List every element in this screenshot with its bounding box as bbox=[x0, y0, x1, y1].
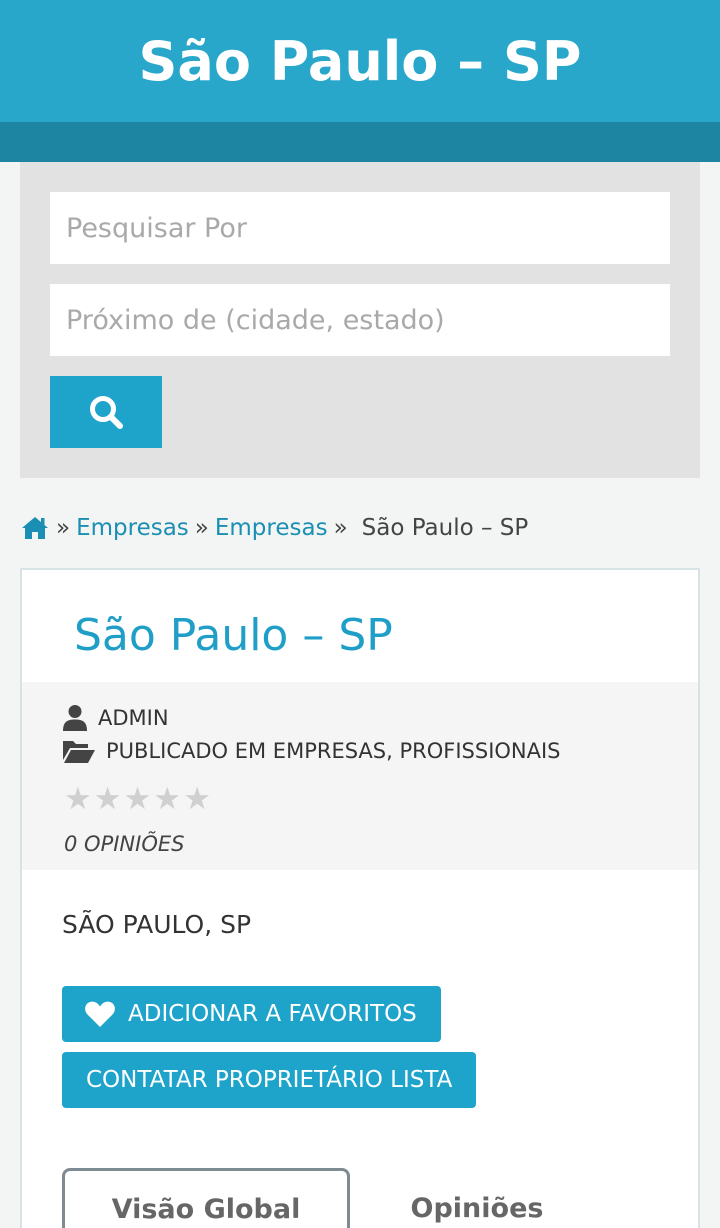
search-icon bbox=[90, 396, 123, 429]
reviews-count[interactable]: 0 OPINIÕES bbox=[64, 832, 184, 856]
listing-title: São Paulo – SP bbox=[74, 610, 393, 661]
listing-location: SÃO PAULO, SP bbox=[62, 910, 252, 939]
listing-card: São Paulo – SP ADMIN PUBLICADO EM EMPRES… bbox=[20, 568, 700, 1228]
star-icon: ★ bbox=[93, 781, 122, 817]
author-row: ADMIN bbox=[62, 704, 169, 732]
author-name[interactable]: ADMIN bbox=[98, 706, 169, 730]
add-favorite-label: ADICIONAR A FAVORITOS bbox=[128, 1001, 417, 1027]
breadcrumb: » Empresas » Empresas » São Paulo – SP bbox=[20, 508, 528, 548]
search-panel bbox=[20, 162, 700, 478]
site-title: São Paulo – SP bbox=[138, 29, 582, 93]
breadcrumb-link-empresas[interactable]: Empresas bbox=[76, 515, 189, 541]
breadcrumb-separator: » bbox=[56, 515, 71, 541]
heart-icon bbox=[85, 1001, 115, 1027]
star-icon: ★ bbox=[153, 781, 182, 817]
rating-stars[interactable]: ★ ★ ★ ★ ★ bbox=[64, 784, 213, 815]
star-icon: ★ bbox=[64, 781, 92, 817]
contact-owner-label: CONTATAR PROPRIETÁRIO LISTA bbox=[86, 1067, 453, 1093]
breadcrumb-link-empresas-2[interactable]: Empresas bbox=[215, 515, 328, 541]
contact-owner-button[interactable]: CONTATAR PROPRIETÁRIO LISTA bbox=[62, 1052, 477, 1108]
add-favorite-button[interactable]: ADICIONAR A FAVORITOS bbox=[62, 986, 441, 1042]
breadcrumb-separator: » bbox=[333, 515, 348, 541]
breadcrumb-separator: » bbox=[194, 515, 209, 541]
location-input[interactable] bbox=[50, 284, 670, 356]
categories-text: PUBLICADO EM EMPRESAS, PROFISSIONAIS bbox=[106, 739, 561, 763]
site-header: São Paulo – SP bbox=[0, 0, 720, 122]
star-icon: ★ bbox=[183, 781, 211, 817]
nav-bar bbox=[0, 122, 720, 162]
tab-reviews[interactable]: Opiniões bbox=[362, 1168, 592, 1228]
search-input[interactable] bbox=[50, 192, 670, 264]
listing-meta: ADMIN PUBLICADO EM EMPRESAS, PROFISSIONA… bbox=[22, 682, 698, 870]
star-icon: ★ bbox=[123, 781, 152, 817]
breadcrumb-current: São Paulo – SP bbox=[361, 515, 529, 541]
user-icon bbox=[63, 705, 87, 731]
categories-row: PUBLICADO EM EMPRESAS, PROFISSIONAIS bbox=[62, 738, 561, 764]
search-button[interactable] bbox=[50, 376, 162, 448]
tab-overview[interactable]: Visão Global bbox=[62, 1168, 350, 1228]
folder-open-icon bbox=[63, 741, 95, 763]
home-icon[interactable] bbox=[20, 515, 50, 541]
